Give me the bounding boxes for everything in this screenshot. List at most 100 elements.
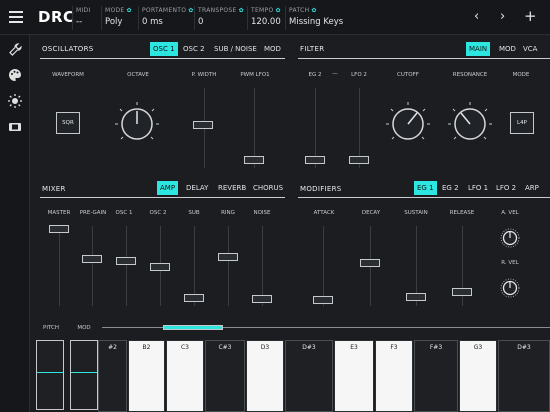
tab-mod[interactable]: MOD — [261, 42, 284, 56]
mode-field[interactable]: MODE ✿ Poly — [105, 7, 132, 27]
pregain-slider-thumb[interactable] — [82, 255, 102, 263]
portamento-value: 0 ms — [142, 17, 163, 27]
piano-key[interactable]: B2 — [128, 340, 165, 412]
filter-mode-selector[interactable]: L4P — [510, 112, 534, 134]
gear-icon[interactable]: ✿ — [311, 7, 316, 14]
pwidth-slider-thumb[interactable] — [193, 121, 213, 129]
oscillators-title: OSCILLATORS — [42, 45, 94, 53]
piano-key[interactable]: D#3 — [285, 340, 333, 412]
osc1-slider-thumb[interactable] — [116, 257, 136, 265]
sub-slider-thumb[interactable] — [184, 294, 204, 302]
key-label: F3 — [390, 344, 398, 351]
tab-filter-mod[interactable]: MOD — [496, 42, 519, 56]
gear-icon[interactable]: ✿ — [275, 7, 280, 14]
waveform-selector[interactable]: SQR — [56, 112, 80, 134]
tempo-value: 120.00 — [251, 17, 281, 27]
film-icon[interactable] — [7, 119, 23, 135]
piano-key[interactable]: D#3 — [498, 340, 550, 412]
eg2-slider-thumb[interactable] — [305, 156, 325, 164]
resonance-knob[interactable] — [447, 101, 493, 147]
r-vel-knob[interactable] — [499, 277, 521, 299]
piano-key[interactable]: C3 — [166, 340, 204, 412]
sub-mix-label: SUB — [188, 210, 200, 216]
portamento-field[interactable]: PORTAMENTO ✿ 0 ms — [142, 7, 194, 27]
gear-icon[interactable]: ✿ — [127, 7, 132, 14]
piano-key[interactable]: #2 — [98, 340, 127, 412]
key-label: #2 — [108, 344, 117, 351]
piano-key[interactable]: F#3 — [414, 340, 458, 412]
piano-key[interactable]: F3 — [375, 340, 413, 412]
tab-reverb[interactable]: REVERB — [215, 181, 249, 195]
tab-sub-noise[interactable]: SUB / NOISE — [211, 42, 260, 56]
midi-field[interactable]: MIDI -- — [76, 7, 91, 27]
tab-chorus[interactable]: CHORUS — [250, 181, 286, 195]
attack-label: ATTACK — [313, 210, 335, 216]
sidebar — [0, 35, 30, 412]
tab-lfo1[interactable]: LFO 1 — [465, 181, 491, 195]
tab-eg1[interactable]: EG 1 — [414, 181, 437, 195]
menu-icon[interactable] — [9, 11, 23, 23]
key-label: B2 — [142, 344, 151, 351]
tempo-field[interactable]: TEMPO ✿ 120.00 — [251, 7, 281, 27]
noise-mix-label: NOISE — [253, 210, 271, 216]
lfo2-slider-thumb[interactable] — [349, 156, 369, 164]
sustain-slider-thumb[interactable] — [406, 293, 426, 301]
keyboard-area: PITCH MOD #2 B2 C3 C#3 D3 D#3 E3 F3 F#3 … — [30, 318, 550, 412]
app-logo: DRC — [38, 8, 75, 26]
palette-icon[interactable] — [7, 67, 23, 83]
brightness-icon[interactable] — [7, 93, 23, 109]
key-label: D3 — [260, 344, 270, 351]
transpose-value: 0 — [198, 17, 204, 27]
osc2-slider-thumb[interactable] — [150, 263, 170, 271]
decay-slider-thumb[interactable] — [360, 259, 380, 267]
osc1-mix-label: OSC 1 — [115, 210, 133, 216]
next-patch-button[interactable]: › — [500, 10, 505, 24]
gear-icon[interactable]: ✿ — [188, 7, 193, 14]
tab-main[interactable]: MAIN — [466, 42, 491, 56]
wrench-icon[interactable] — [7, 42, 23, 58]
waveform-label: WAVEFORM — [52, 72, 84, 78]
octave-label: OCTAVE — [127, 72, 149, 78]
piano-key[interactable]: E3 — [334, 340, 374, 412]
piano-key[interactable]: C#3 — [205, 340, 245, 412]
pitch-wheel[interactable] — [36, 340, 64, 410]
piano-key[interactable]: G3 — [459, 340, 497, 412]
release-label: RELEASE — [449, 210, 475, 216]
keyboard-range-scrollbar[interactable] — [163, 325, 223, 330]
tab-arp[interactable]: ARP — [522, 181, 542, 195]
master-slider-thumb[interactable] — [49, 225, 69, 233]
key-label: E3 — [350, 344, 358, 351]
cutoff-knob[interactable] — [385, 101, 431, 147]
a-vel-knob[interactable] — [499, 227, 521, 249]
pwm-lfo1-slider-thumb[interactable] — [244, 156, 264, 164]
filter-title: FILTER — [300, 45, 325, 53]
pwm-lfo1-label: PWM LFO1 — [240, 72, 270, 78]
tab-lfo2[interactable]: LFO 2 — [493, 181, 519, 195]
tab-osc-2[interactable]: OSC 2 — [180, 42, 208, 56]
tab-vca[interactable]: VCA — [520, 42, 540, 56]
key-label: D#3 — [517, 344, 531, 351]
pwidth-label: P. WIDTH — [191, 72, 217, 78]
piano-key[interactable]: D3 — [246, 340, 284, 412]
release-slider-thumb[interactable] — [452, 288, 472, 296]
sustain-label: SUSTAIN — [404, 210, 428, 216]
tab-osc-1[interactable]: OSC 1 — [150, 42, 178, 56]
previous-patch-button[interactable]: ‹ — [474, 10, 479, 24]
mod-wheel[interactable] — [70, 340, 98, 410]
patch-field[interactable]: PATCH ✿ Missing Keys — [289, 7, 343, 27]
tab-delay[interactable]: DELAY — [183, 181, 211, 195]
tab-amp[interactable]: AMP — [157, 181, 179, 195]
tab-eg2[interactable]: EG 2 — [439, 181, 462, 195]
attack-slider-thumb[interactable] — [313, 296, 333, 304]
add-patch-button[interactable]: + — [524, 9, 537, 24]
key-label: C#3 — [218, 344, 232, 351]
transpose-field[interactable]: TRANSPOSE ✿ 0 — [198, 7, 244, 27]
noise-slider-thumb[interactable] — [252, 295, 272, 303]
gear-icon[interactable]: ✿ — [239, 7, 244, 14]
mod-label: MOD — [77, 325, 91, 331]
octave-knob[interactable] — [114, 101, 160, 147]
pregain-label: PRE-GAIN — [79, 210, 107, 216]
patch-value: Missing Keys — [289, 17, 344, 27]
filter-panel: FILTER MAIN MOD VCA EG 2 — LFO 2 CUTOFF … — [290, 35, 550, 175]
ring-slider-thumb[interactable] — [218, 253, 238, 261]
